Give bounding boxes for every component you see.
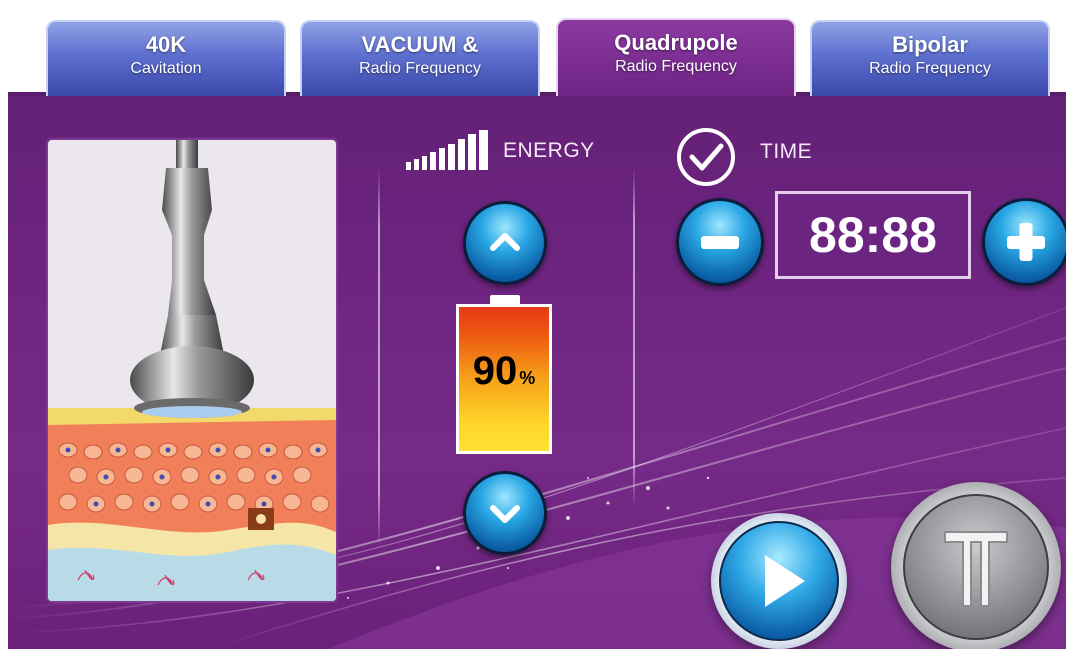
time-display: 88:88 (775, 191, 971, 279)
time-increase-button[interactable] (982, 198, 1066, 286)
energy-battery-gauge: 90% (456, 304, 552, 454)
pause-icon (944, 531, 1008, 607)
energy-value: 90% (459, 349, 549, 394)
play-button[interactable] (719, 521, 839, 641)
signal-bars-icon (406, 130, 488, 170)
treatment-illustration (46, 138, 338, 603)
tab-title: 40K (145, 32, 187, 57)
column-divider (633, 168, 635, 508)
energy-down-button[interactable] (463, 471, 547, 555)
energy-unit: % (519, 368, 536, 388)
tab-title: Bipolar (892, 32, 968, 57)
chevron-down-icon (490, 505, 520, 523)
tab-subtitle: Radio Frequency (869, 60, 991, 77)
check-circle-icon[interactable] (675, 126, 737, 188)
tab-title: Quadrupole (614, 30, 738, 55)
tab-subtitle: Cavitation (130, 60, 202, 77)
time-label: TIME (760, 140, 813, 163)
device-screen: 40K Cavitation VACUUM & Radio Frequency … (8, 8, 1066, 649)
time-decrease-button[interactable] (676, 198, 764, 286)
tab-bipolar-rf[interactable]: Bipolar Radio Frequency (810, 20, 1050, 96)
tab-quadrupole-rf[interactable]: Quadrupole Radio Frequency (556, 18, 796, 96)
energy-number: 90 (472, 349, 518, 393)
pause-button[interactable] (903, 494, 1049, 640)
tab-subtitle: Radio Frequency (359, 60, 481, 77)
play-icon (765, 555, 805, 607)
minus-icon (701, 236, 739, 249)
chevron-up-icon (490, 233, 520, 251)
handpiece-skin-illustration (48, 140, 336, 601)
plus-icon (1007, 223, 1045, 261)
column-divider (378, 168, 380, 548)
tab-subtitle: Radio Frequency (615, 58, 737, 75)
energy-up-button[interactable] (463, 201, 547, 285)
tab-cavitation[interactable]: 40K Cavitation (46, 20, 286, 96)
tab-vacuum-rf[interactable]: VACUUM & Radio Frequency (300, 20, 540, 96)
tab-title: VACUUM & (361, 32, 479, 57)
energy-label: ENERGY (503, 139, 595, 162)
